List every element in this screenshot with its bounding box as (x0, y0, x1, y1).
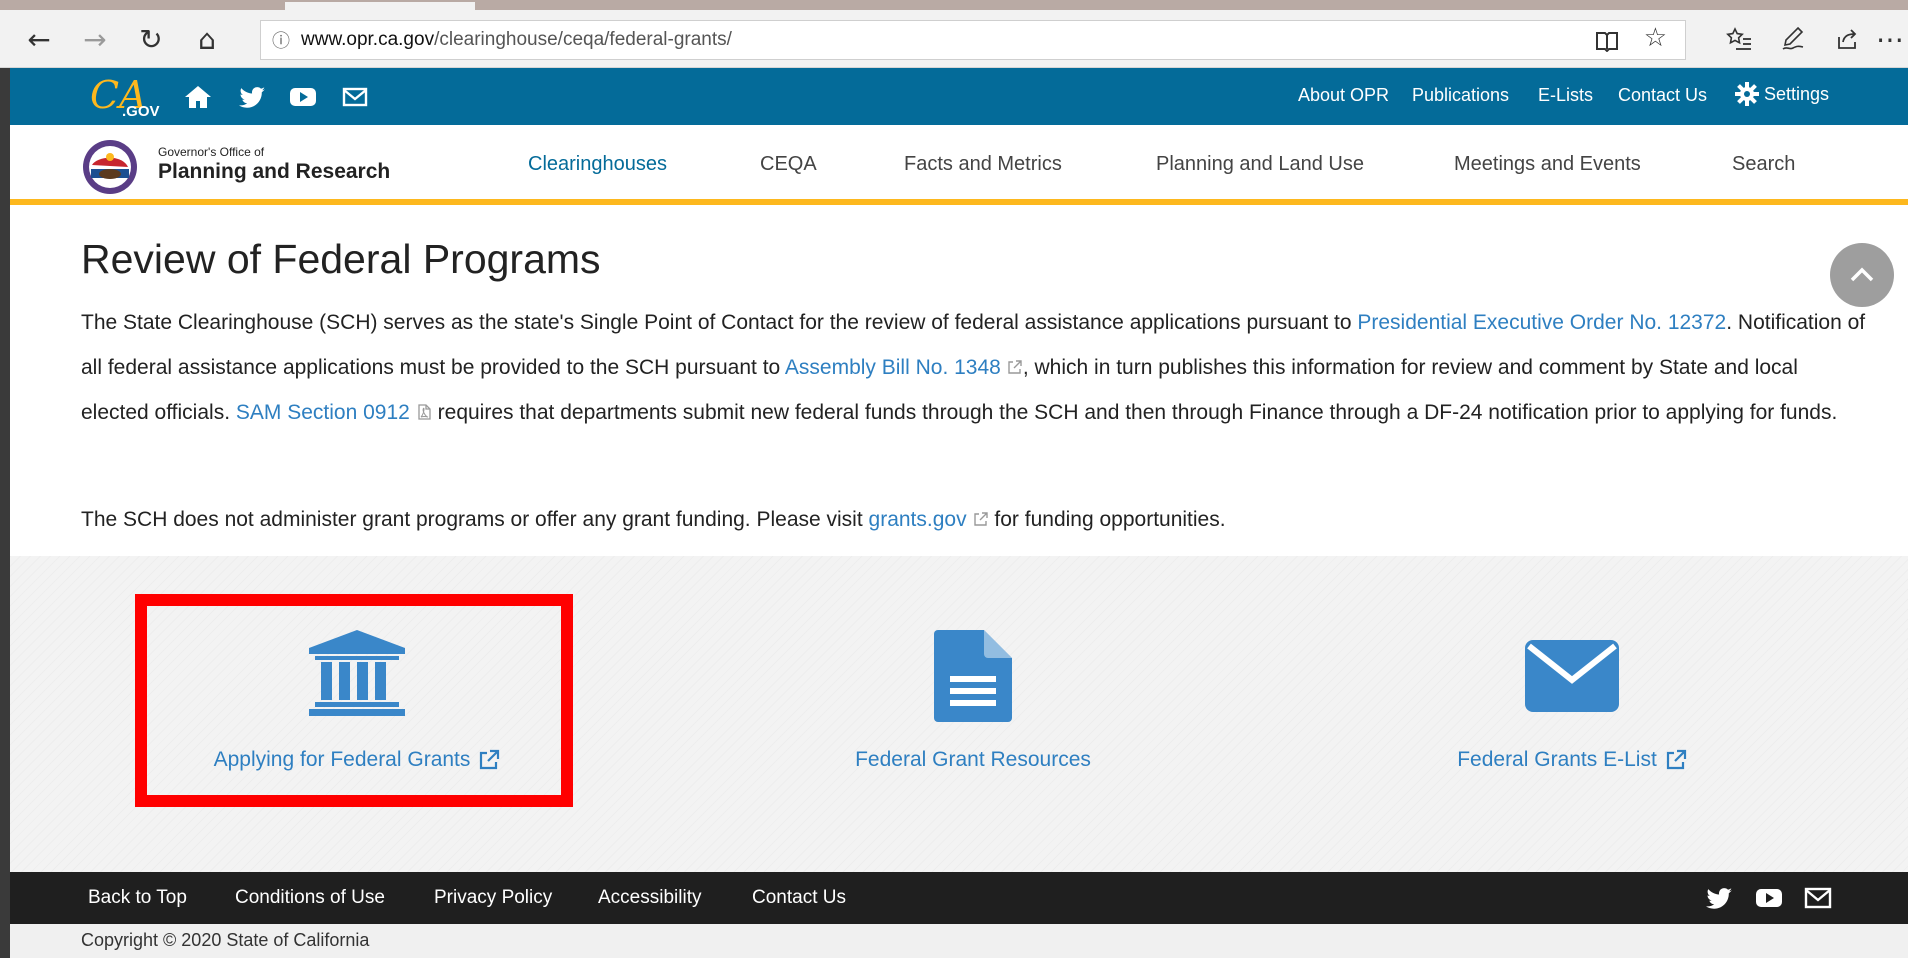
link-executive-order-12372[interactable]: Presidential Executive Order No. 12372 (1357, 311, 1726, 334)
page-viewport: CA .GOV About OPR Publications E-Lists C… (10, 68, 1908, 958)
main-navigation: Governor's Office of Planning and Resear… (10, 125, 1908, 205)
nav-planning-and-land-use[interactable]: Planning and Land Use (1156, 153, 1364, 176)
footer-contact-us[interactable]: Contact Us (752, 887, 846, 909)
para2-text-1: The SCH does not administer grant progra… (81, 508, 869, 531)
intro-paragraph: The State Clearinghouse (SCH) serves as … (81, 300, 1871, 435)
more-icon[interactable]: ⋯ (1876, 10, 1908, 68)
footer-privacy-policy[interactable]: Privacy Policy (434, 887, 552, 909)
page-title: Review of Federal Programs (81, 236, 601, 282)
pdf-icon (418, 404, 431, 420)
youtube-icon[interactable] (1754, 884, 1784, 912)
favorite-star-icon[interactable]: ☆ (1644, 23, 1667, 53)
opr-seal-logo[interactable] (82, 139, 138, 195)
address-bar[interactable]: ⓘ www.opr.ca.gov/clearinghouse/ceqa/fede… (260, 20, 1686, 60)
link-grants-gov[interactable]: grants.gov (869, 508, 967, 531)
gear-icon (1735, 82, 1759, 106)
copyright-text: Copyright © 2020 State of California (81, 930, 370, 950)
pen-icon[interactable] (1768, 10, 1818, 68)
browser-toolbar: ← → ↻ ⌂ ⓘ www.opr.ca.gov/clearinghouse/c… (0, 10, 1908, 68)
funding-paragraph: The SCH does not administer grant progra… (81, 497, 1871, 542)
util-link-contact-us[interactable]: Contact Us (1618, 85, 1707, 106)
para2-text-2: for funding opportunities. (988, 508, 1226, 531)
info-icon[interactable]: ⓘ (261, 27, 301, 53)
reading-view-icon[interactable] (1591, 25, 1623, 57)
svg-text:.GOV: .GOV (122, 103, 160, 120)
nav-search[interactable]: Search (1732, 153, 1795, 176)
card-label-resources[interactable]: Federal Grant Resources (855, 748, 1091, 772)
youtube-icon[interactable] (288, 82, 318, 112)
org-name[interactable]: Planning and Research (158, 160, 390, 184)
external-link-icon (1008, 360, 1022, 374)
scroll-to-top-button[interactable] (1830, 243, 1894, 307)
url-text[interactable]: www.opr.ca.gov/clearinghouse/ceqa/federa… (301, 29, 732, 51)
email-icon[interactable] (1803, 884, 1833, 912)
share-icon[interactable] (1822, 10, 1872, 68)
home-icon[interactable]: ⌂ (182, 10, 232, 68)
ca-gov-logo[interactable]: CA .GOV (88, 74, 162, 120)
forward-icon[interactable]: → (70, 10, 120, 68)
card-federal-grants-e-list[interactable]: Federal Grants E-List (1356, 556, 1788, 872)
footer-accessibility[interactable]: Accessibility (598, 887, 701, 909)
link-sam-section-0912[interactable]: SAM Section 0912 (236, 401, 410, 424)
chevron-up-icon (1850, 267, 1874, 282)
nav-ceqa[interactable]: CEQA (760, 153, 817, 176)
org-small-label: Governor's Office of (158, 145, 265, 159)
settings-label: Settings (1764, 83, 1830, 104)
twitter-icon[interactable] (237, 82, 267, 112)
para1-text-1: The State Clearinghouse (SCH) serves as … (81, 311, 1358, 334)
back-icon[interactable]: ← (14, 10, 64, 68)
util-link-publications[interactable]: Publications (1412, 85, 1509, 106)
util-link-e-lists[interactable]: E-Lists (1538, 85, 1593, 106)
refresh-icon[interactable]: ↻ (126, 10, 176, 68)
twitter-icon[interactable] (1704, 884, 1734, 912)
footer-back-to-top[interactable]: Back to Top (88, 887, 187, 909)
footer: Back to Top Conditions of Use Privacy Po… (10, 872, 1908, 924)
envelope-icon (1525, 640, 1619, 712)
active-tab[interactable] (285, 2, 475, 10)
para1-text-4: requires that departments submit new fed… (431, 401, 1838, 424)
nav-facts-and-metrics[interactable]: Facts and Metrics (904, 153, 1062, 176)
document-icon (934, 630, 1012, 722)
email-icon[interactable] (340, 82, 370, 112)
nav-clearinghouses[interactable]: Clearinghouses (528, 153, 667, 176)
card-federal-grant-resources[interactable]: Federal Grant Resources (757, 556, 1189, 872)
util-link-about-opr[interactable]: About OPR (1298, 85, 1389, 106)
home-icon[interactable] (183, 82, 213, 112)
settings-button[interactable]: Settings (1734, 81, 1829, 107)
favorites-list-icon[interactable] (1714, 10, 1764, 68)
external-link-icon (1666, 749, 1686, 770)
utility-bar: CA .GOV About OPR Publications E-Lists C… (10, 68, 1908, 125)
link-assembly-bill-1348[interactable]: Assembly Bill No. 1348 (785, 356, 1001, 379)
card-label-text: Federal Grants E-List (1457, 748, 1657, 771)
card-label-text: Federal Grant Resources (855, 748, 1091, 771)
card-label-e-list[interactable]: Federal Grants E-List (1457, 748, 1687, 772)
nav-meetings-and-events[interactable]: Meetings and Events (1454, 153, 1641, 176)
external-link-icon (973, 512, 988, 526)
footer-conditions-of-use[interactable]: Conditions of Use (235, 887, 385, 909)
copyright-bar: Copyright © 2020 State of California (10, 924, 1908, 958)
highlight-box (135, 594, 573, 807)
browser-tab-strip (0, 0, 1908, 10)
